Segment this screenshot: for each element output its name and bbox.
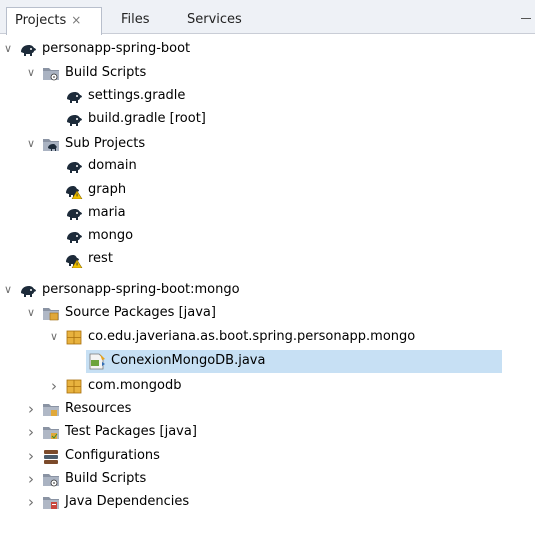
tree-item-configurations[interactable]: › Configurations: [0, 445, 535, 468]
elephant-icon: [65, 87, 83, 105]
chevron-down-icon[interactable]: ∨: [25, 136, 37, 152]
tree-item-label: Configurations: [65, 448, 160, 463]
tree-item-co-edu-javeriana-as-boot-spring-personapp-mongo[interactable]: ∨ co.edu.javeriana.as.boot.spring.persona…: [0, 326, 535, 349]
elephant-icon: [65, 110, 83, 128]
tree-item-label: settings.gradle: [88, 88, 186, 103]
tree-item-rest[interactable]: rest: [0, 248, 535, 271]
tree-item-build-scripts[interactable]: › Build Scripts: [0, 468, 535, 491]
tree-item-domain[interactable]: domain: [0, 155, 535, 178]
tree-item-conexionmongodb-java[interactable]: ConexionMongoDB.java: [0, 350, 535, 373]
chevron-down-icon[interactable]: ∨: [2, 41, 14, 57]
tree-item-test-packages-java[interactable]: › Test Packages [java]: [0, 421, 535, 444]
chevron-right-icon[interactable]: ›: [48, 378, 60, 394]
folder-elephant-icon: [42, 135, 60, 153]
tab-projects[interactable]: Projects ×: [6, 7, 102, 35]
tab-services-label: Services: [187, 12, 242, 27]
chevron-right-icon[interactable]: ›: [25, 471, 37, 487]
tree-item-label: Test Packages [java]: [65, 424, 197, 439]
tree-item-label: build.gradle [root]: [88, 111, 206, 126]
folder-gradle-icon: [42, 64, 60, 82]
tree-item-label: Build Scripts: [65, 471, 147, 486]
elephant-icon: [65, 157, 83, 175]
tab-services[interactable]: Services: [187, 7, 242, 34]
tree-item-java-dependencies[interactable]: › Java Dependencies: [0, 491, 535, 514]
tree-item-resources[interactable]: › Resources: [0, 398, 535, 421]
tree-item-settings-gradle[interactable]: settings.gradle: [0, 85, 535, 108]
tab-files[interactable]: Files: [121, 7, 150, 34]
chevron-right-icon[interactable]: ›: [25, 448, 37, 464]
tree-item-build-scripts[interactable]: ∨ Build Scripts: [0, 62, 535, 85]
panel-tab-bar: Projects × Files Services: [0, 0, 535, 35]
package-icon: [65, 377, 83, 395]
tab-files-label: Files: [121, 12, 150, 27]
elephant-icon: [65, 204, 83, 222]
tree-item-label: personapp-spring-boot:mongo: [42, 282, 240, 297]
chevron-down-icon[interactable]: ∨: [25, 305, 37, 321]
tree-item-sub-projects[interactable]: ∨ Sub Projects: [0, 133, 535, 156]
tree-item-source-packages-java[interactable]: ∨ Source Packages [java]: [0, 302, 535, 325]
elephant-icon: [19, 281, 37, 299]
elephant-icon: [19, 40, 37, 58]
tree-item-label: mongo: [88, 228, 134, 243]
tree-item-label: domain: [88, 158, 137, 173]
tree-item-graph[interactable]: graph: [0, 179, 535, 202]
chevron-right-icon[interactable]: ›: [25, 424, 37, 440]
tree-item-label: Build Scripts: [65, 65, 147, 80]
minimize-icon[interactable]: [521, 18, 531, 19]
tree-item-build-gradle-root[interactable]: build.gradle [root]: [0, 108, 535, 131]
tree-item-label: Resources: [65, 401, 132, 416]
folder-gradle-icon: [42, 470, 60, 488]
chevron-down-icon[interactable]: ∨: [25, 65, 37, 81]
tree-item-mongo[interactable]: mongo: [0, 225, 535, 248]
tab-projects-label: Projects: [15, 13, 67, 28]
source-folder-icon: [42, 304, 60, 322]
tree-item-label: ConexionMongoDB.java: [111, 353, 266, 368]
chevron-down-icon[interactable]: ∨: [2, 282, 14, 298]
chevron-right-icon[interactable]: ›: [25, 401, 37, 417]
configurations-icon: [42, 447, 60, 465]
elephant-warning-icon: [65, 250, 83, 269]
tree-item-personapp-spring-boot[interactable]: ∨ personapp-spring-boot: [0, 38, 535, 61]
resources-folder-icon: [42, 400, 60, 418]
elephant-icon: [65, 227, 83, 245]
tree-item-label: com.mongodb: [88, 378, 182, 393]
package-icon: [65, 328, 83, 346]
tree-item-label: rest: [88, 251, 113, 266]
tree-item-com-mongodb[interactable]: › com.mongodb: [0, 375, 535, 398]
tree-item-label: graph: [88, 182, 127, 197]
close-icon[interactable]: ×: [71, 13, 81, 27]
tree-item-maria[interactable]: maria: [0, 202, 535, 225]
tree-item-label: Sub Projects: [65, 136, 146, 151]
tree-item-label: co.edu.javeriana.as.boot.spring.personap…: [88, 329, 416, 344]
chevron-down-icon[interactable]: ∨: [48, 329, 60, 345]
tree-item-label: Java Dependencies: [65, 494, 190, 509]
test-folder-icon: [42, 423, 60, 441]
chevron-right-icon[interactable]: ›: [25, 494, 37, 510]
elephant-warning-icon: [65, 181, 83, 200]
tree-item-label: Source Packages [java]: [65, 305, 216, 320]
tree-item-personapp-spring-boot-mongo[interactable]: ∨ personapp-spring-boot:mongo: [0, 279, 535, 302]
tree-item-label: maria: [88, 205, 126, 220]
java-file-icon: [88, 352, 106, 370]
jar-folder-icon: [42, 493, 60, 511]
tree-item-label: personapp-spring-boot: [42, 41, 191, 56]
